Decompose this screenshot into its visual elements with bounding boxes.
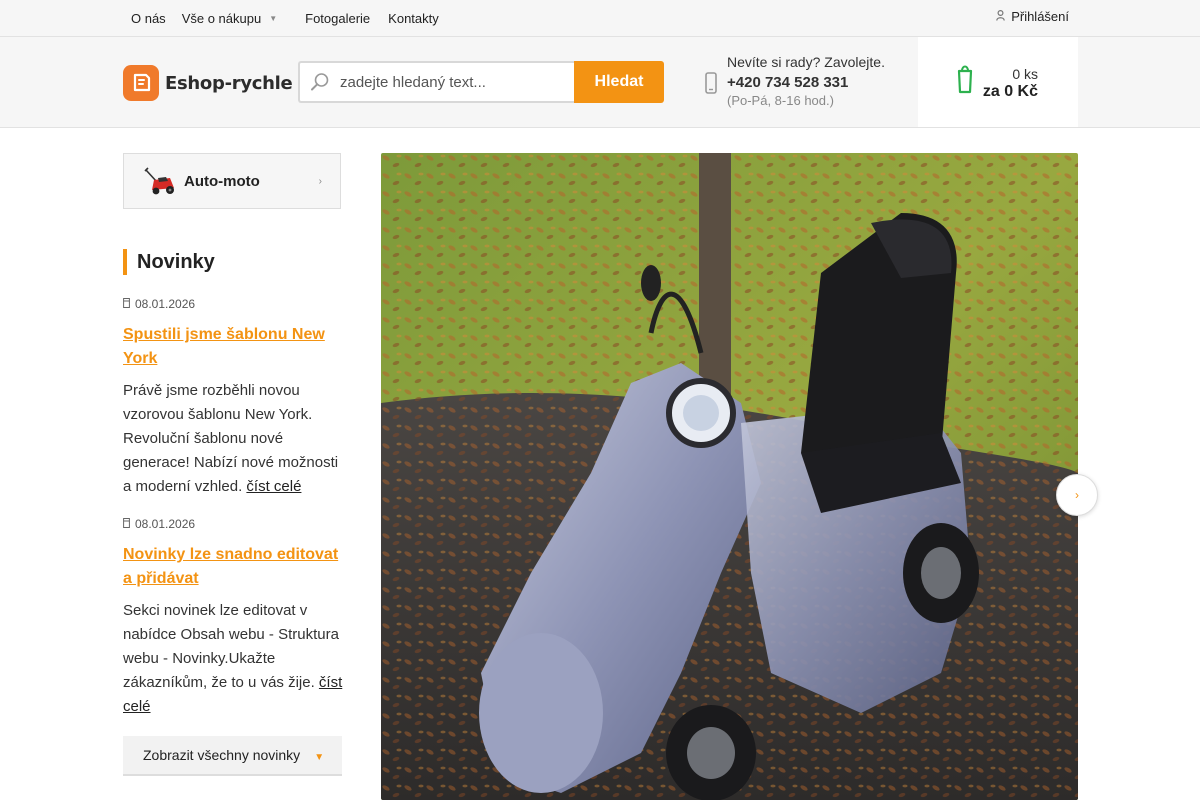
search-button[interactable]: Hledat bbox=[574, 61, 664, 103]
all-news-button[interactable]: Zobrazit všechny novinky ▼ bbox=[123, 736, 342, 776]
topnav-item-kontakty[interactable]: Kontakty bbox=[380, 0, 447, 36]
cart-button[interactable]: 0 ks za 0 Kč bbox=[918, 37, 1078, 127]
news-heading: Novinky bbox=[123, 249, 215, 275]
chevron-right-icon: › bbox=[1075, 488, 1079, 502]
contact-hours: (Po-Pá, 8-16 hod.) bbox=[727, 93, 834, 108]
topnav-item-o-nas[interactable]: O nás bbox=[123, 0, 174, 36]
news-date-text: 08.01.2026 bbox=[135, 517, 196, 531]
lawnmower-icon bbox=[144, 166, 176, 196]
news-date: 08.01.2026 bbox=[123, 297, 343, 311]
chevron-down-icon: ▼ bbox=[269, 13, 278, 23]
topnav-item-vse-o-nakupu[interactable]: Vše o nákupu ▼ bbox=[174, 0, 285, 36]
read-more-link[interactable]: číst celé bbox=[246, 478, 301, 495]
search-field bbox=[298, 61, 574, 103]
calendar-icon bbox=[123, 517, 130, 531]
calendar-icon bbox=[123, 297, 130, 311]
hero-image bbox=[381, 153, 1078, 800]
site-logo[interactable]: Eshop-rychle bbox=[123, 65, 293, 101]
search-form: Hledat bbox=[298, 61, 664, 103]
contact-text: Nevíte si rady? Zavolejte. +420 734 528 … bbox=[727, 54, 885, 108]
news-text: Sekci novinek lze editovat v nabídce Obs… bbox=[123, 599, 343, 719]
cart-count: 0 ks bbox=[1012, 66, 1038, 82]
news-title-link[interactable]: Spustili jsme šablonu New York bbox=[123, 323, 343, 371]
cart-icon bbox=[956, 61, 974, 100]
chevron-right-icon: › bbox=[318, 175, 322, 187]
news-excerpt: Sekci novinek lze editovat v nabídce Obs… bbox=[123, 602, 339, 691]
logo-text: Eshop-rychle bbox=[165, 72, 293, 94]
news-item: 08.01.2026 Spustili jsme šablonu New Yor… bbox=[123, 297, 343, 499]
cart-total: za 0 Kč bbox=[982, 83, 1038, 100]
all-news-label: Zobrazit všechny novinky bbox=[143, 747, 301, 763]
news-title-link[interactable]: Novinky lze snadno editovat a přidávat bbox=[123, 543, 343, 591]
login-link[interactable]: Přihlášení bbox=[996, 9, 1069, 24]
search-icon bbox=[300, 72, 340, 92]
category-item-auto-moto[interactable]: Auto-moto › bbox=[123, 153, 341, 209]
news-date-text: 08.01.2026 bbox=[135, 297, 196, 311]
news-date: 08.01.2026 bbox=[123, 517, 343, 531]
topnav-item-fotogalerie[interactable]: Fotogalerie bbox=[297, 0, 378, 36]
phone-icon bbox=[705, 72, 727, 108]
slider-next-button[interactable]: › bbox=[1056, 474, 1098, 516]
topnav-item-label: Vše o nákupu bbox=[181, 10, 262, 26]
user-icon bbox=[996, 9, 1005, 24]
top-bar: O nás Vše o nákupu ▼ Fotogalerie Kontakt… bbox=[0, 0, 1200, 37]
search-input[interactable] bbox=[340, 73, 560, 91]
category-label: Auto-moto bbox=[184, 172, 260, 190]
logo-icon bbox=[123, 65, 159, 101]
news-item: 08.01.2026 Novinky lze snadno editovat a… bbox=[123, 517, 343, 719]
site-header: Eshop-rychle Hledat Nevíte si rady? Zavo… bbox=[0, 37, 1200, 128]
contact-phone[interactable]: +420 734 528 331 bbox=[727, 74, 885, 91]
top-navigation: O nás Vše o nákupu ▼ Fotogalerie Kontakt… bbox=[123, 0, 447, 36]
chevron-down-icon: ▼ bbox=[314, 751, 325, 763]
login-label: Přihlášení bbox=[1011, 9, 1069, 24]
news-text: Právě jsme rozběhli novou vzorovou šablo… bbox=[123, 379, 343, 499]
hero-slider[interactable] bbox=[381, 153, 1078, 800]
contact-info: Nevíte si rady? Zavolejte. +420 734 528 … bbox=[705, 54, 885, 108]
contact-question: Nevíte si rady? Zavolejte. bbox=[727, 54, 885, 70]
news-excerpt: Právě jsme rozběhli novou vzorovou šablo… bbox=[123, 382, 339, 495]
